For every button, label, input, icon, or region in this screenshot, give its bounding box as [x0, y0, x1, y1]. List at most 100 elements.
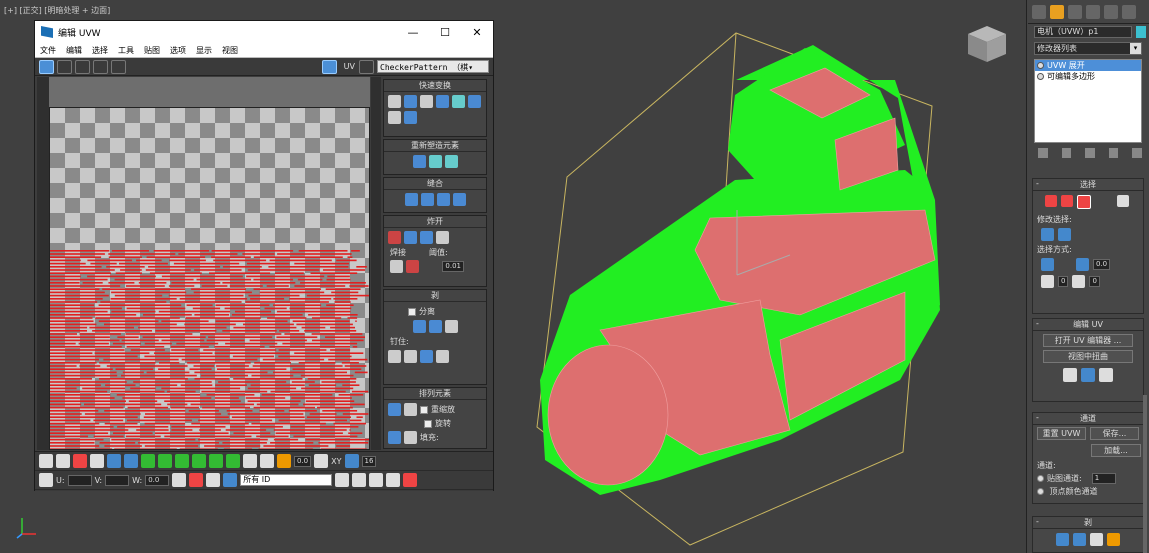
rollout-title[interactable]: 剥 — [384, 290, 486, 302]
minimize-button[interactable]: — — [397, 26, 429, 39]
open-uv-editor-button[interactable]: 打开 UV 编辑器 ... — [1043, 334, 1133, 347]
map-channel-radio[interactable] — [1037, 475, 1044, 482]
peel-loop-icon[interactable] — [1073, 533, 1086, 546]
pack-custom-icon[interactable] — [404, 403, 417, 416]
texture-dropdown[interactable]: CheckerPattern （棋▾ — [377, 60, 489, 73]
pixel-snap-icon[interactable] — [344, 454, 359, 468]
move-tool-icon[interactable] — [39, 59, 54, 74]
rescale-checkbox[interactable] — [420, 405, 428, 414]
element-select-icon[interactable] — [1117, 195, 1129, 207]
pack-together-icon[interactable] — [388, 431, 401, 444]
lock-icon[interactable] — [172, 473, 187, 487]
modifier-list-dropdown[interactable]: 修改器列表 ▾ — [1034, 42, 1142, 55]
select-by-matid-icon[interactable] — [1072, 275, 1086, 288]
rollout-title[interactable]: 排列元素 — [384, 388, 486, 400]
uv-editor-window[interactable]: 编辑 UVW — ☐ ✕ 文件 编辑 选择 工具 贴图 选项 显示 视图 UV … — [34, 20, 494, 491]
face-select-icon[interactable] — [1077, 195, 1091, 209]
edge-distance-value[interactable]: 16 — [361, 455, 377, 467]
rollout-title[interactable]: 编辑 UV — [1033, 319, 1143, 331]
soft-select-value[interactable]: 0.0 — [294, 455, 312, 467]
maximize-button[interactable]: ☐ — [429, 26, 461, 39]
rollout-title[interactable]: 炸开 — [384, 216, 486, 228]
straighten-icon[interactable] — [412, 155, 426, 168]
explode-3-icon[interactable] — [420, 231, 433, 244]
pin-3-icon[interactable] — [420, 350, 433, 363]
peel-seams-icon[interactable] — [1056, 533, 1069, 546]
hide-icon[interactable] — [189, 473, 204, 487]
grow-icon[interactable] — [1041, 228, 1054, 241]
vertex-mode-icon[interactable] — [39, 454, 53, 468]
frame-icon[interactable] — [403, 473, 418, 487]
quick-align-icon[interactable] — [1099, 368, 1113, 382]
loop-icon[interactable] — [192, 454, 206, 468]
pin-4-icon[interactable] — [436, 350, 449, 363]
paint-select-icon[interactable] — [243, 454, 257, 468]
v-field[interactable] — [105, 474, 130, 486]
quick-peel-icon[interactable] — [1081, 368, 1095, 382]
shrink-ring-icon[interactable] — [175, 454, 189, 468]
create-tab-icon[interactable] — [1032, 4, 1046, 19]
planar-angle-icon[interactable] — [1076, 258, 1089, 271]
scale-tool-icon[interactable] — [75, 59, 90, 74]
quick-planar-icon[interactable] — [1063, 368, 1077, 382]
mirror-tool-icon[interactable] — [111, 59, 126, 74]
grow-ring-icon[interactable] — [158, 454, 172, 468]
zoom-icon[interactable] — [352, 473, 367, 487]
shrink-icon[interactable] — [1058, 228, 1071, 241]
circle-icon[interactable] — [444, 155, 458, 168]
soft-select-icon[interactable] — [277, 454, 291, 468]
menu-display[interactable]: 显示 — [196, 45, 212, 56]
menu-edit[interactable]: 编辑 — [66, 45, 82, 56]
menu-mapping[interactable]: 贴图 — [144, 45, 160, 56]
uv-editor-titlebar[interactable]: 编辑 UVW — ☐ ✕ — [35, 21, 493, 43]
display-tab-icon[interactable] — [1104, 4, 1118, 19]
uv-scrollbar[interactable] — [371, 77, 381, 450]
menu-view[interactable]: 视图 — [222, 45, 238, 56]
map-channel-value[interactable]: 1 — [1091, 473, 1116, 484]
grow-loop-icon[interactable] — [209, 454, 223, 468]
explode-1-icon[interactable] — [388, 231, 401, 244]
zoom-extents-icon[interactable] — [386, 473, 401, 487]
matid-value[interactable]: 0 — [1089, 276, 1100, 287]
planar-angle-value[interactable]: 0.0 — [1093, 259, 1111, 270]
pack-normalize-icon[interactable] — [404, 431, 417, 444]
stitch-3-icon[interactable] — [436, 193, 450, 206]
object-name-field[interactable]: 电机（UVW）p1 — [1034, 26, 1132, 38]
stack-item-uvw-unwrap[interactable]: UVW 展开 — [1035, 60, 1141, 71]
pin-1-icon[interactable] — [388, 350, 401, 363]
menu-file[interactable]: 文件 — [40, 45, 56, 56]
menu-select[interactable]: 选择 — [92, 45, 108, 56]
falloff-icon[interactable] — [314, 454, 329, 468]
load-button[interactable]: 加载... — [1091, 444, 1141, 457]
utilities-tab-icon[interactable] — [1122, 4, 1136, 19]
stitch-2-icon[interactable] — [420, 193, 434, 206]
filter-icon[interactable] — [223, 473, 238, 487]
rotate-icon[interactable] — [436, 95, 449, 108]
tweak-in-view-button[interactable]: 视图中扭曲 — [1043, 350, 1133, 363]
peel-reset-icon[interactable] — [1090, 533, 1103, 546]
show-map-icon[interactable] — [321, 59, 337, 74]
rollout-title[interactable]: 快速变换 — [384, 80, 486, 92]
u-field[interactable] — [67, 474, 92, 486]
explode-2-icon[interactable] — [404, 231, 417, 244]
modify-tab-icon[interactable] — [1050, 4, 1064, 19]
reset-uvw-button[interactable]: 重置 UVW — [1037, 427, 1086, 440]
visibility-icon[interactable] — [1037, 62, 1044, 69]
pin-2-icon[interactable] — [404, 350, 417, 363]
id-filter-select[interactable]: 所有 ID — [240, 474, 333, 486]
freeze-icon[interactable] — [206, 473, 221, 487]
command-panel-scrollbar[interactable] — [1143, 395, 1147, 553]
rollout-title[interactable]: 选择 — [1033, 179, 1143, 191]
pan-icon[interactable] — [335, 473, 350, 487]
hierarchy-tab-icon[interactable] — [1068, 4, 1082, 19]
stitch-1-icon[interactable] — [404, 193, 418, 206]
show-end-result-icon[interactable] — [1061, 148, 1072, 158]
threshold-spinner[interactable]: 0.01 — [442, 261, 464, 272]
remove-modifier-icon[interactable] — [1108, 148, 1119, 158]
close-button[interactable]: ✕ — [461, 26, 493, 39]
shrink-loop-icon[interactable] — [226, 454, 240, 468]
rotate-checkbox[interactable] — [424, 419, 432, 428]
grow-selection-icon[interactable] — [107, 454, 121, 468]
align-x-icon[interactable] — [420, 95, 433, 108]
align-v-icon[interactable] — [452, 95, 465, 108]
